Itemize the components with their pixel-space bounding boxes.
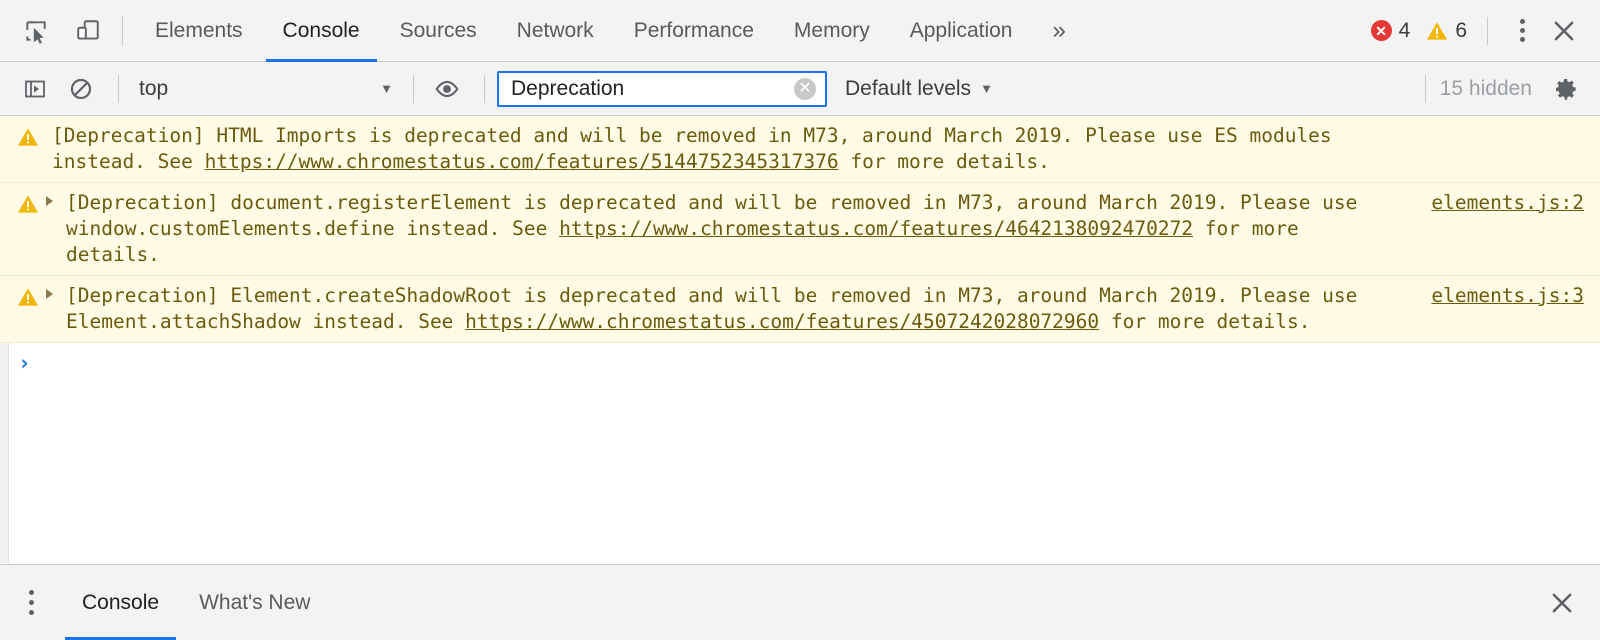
toolbar-divider [122,15,123,46]
message-text-after: for more details. [1099,310,1311,333]
kebab-menu-icon[interactable] [1502,11,1542,51]
error-circle-icon: ✕ [1370,20,1392,41]
warning-triangle-icon [17,194,39,214]
console-message-list[interactable]: [Deprecation] HTML Imports is deprecated… [0,116,1600,563]
chevron-down-icon: ▼ [980,81,993,96]
more-tabs-chevron-icon[interactable]: » [1032,0,1085,62]
chevron-down-icon: ▼ [380,81,393,96]
drawer-tab-label: Console [82,590,160,614]
message-url-link[interactable]: https://www.chromestatus.com/features/45… [465,310,1099,333]
tab-label: Sources [399,18,477,42]
console-message-text: [Deprecation] HTML Imports is deprecated… [52,123,1586,175]
console-message-row[interactable]: [Deprecation] HTML Imports is deprecated… [0,116,1600,183]
tab-memory[interactable]: Memory [774,0,890,62]
filter-toolbar-right-group: 15 hidden [1413,69,1586,109]
error-count-label: 4 [1398,18,1411,42]
execution-context-selector[interactable]: top ▼ [131,71,401,107]
inspect-cursor-icon[interactable] [14,9,58,53]
devtools-main-toolbar: Elements Console Sources Network Perform… [0,0,1600,62]
console-message-text: [Deprecation] document.registerElement i… [66,190,1586,268]
log-level-label: Default levels [845,76,972,100]
expand-triangle-icon[interactable] [46,289,53,299]
toolbar-divider [413,74,414,103]
console-filter-toolbar: top ▼ ✕ Default levels ▼ 15 hidden [0,62,1600,116]
message-source-link[interactable]: elements.js:2 [1431,190,1584,216]
console-message-text: [Deprecation] Element.createShadowRoot i… [66,283,1586,335]
toolbar-divider [1487,16,1488,45]
tab-sources[interactable]: Sources [380,0,497,62]
hidden-messages-count: 15 hidden [1439,76,1532,100]
device-toolbar-icon[interactable] [66,9,110,53]
console-message-row[interactable]: elements.js:2 [Deprecation] document.reg… [0,183,1600,276]
tab-application[interactable]: Application [890,0,1033,62]
toolbar-divider [484,74,485,103]
clear-console-icon[interactable] [60,68,102,110]
toolbar-right-group: ✕ 4 6 [1370,9,1600,53]
warning-count-badge[interactable]: 6 [1426,19,1467,43]
eye-icon[interactable] [426,68,468,110]
clear-filter-icon[interactable]: ✕ [794,77,816,100]
prompt-chevron-icon: › [18,351,31,375]
tab-label: Performance [633,18,754,42]
tab-network[interactable]: Network [497,0,614,62]
warning-triangle-icon [17,287,39,307]
console-prompt-input[interactable] [40,351,1586,375]
kebab-menu-icon[interactable] [0,565,62,640]
toolbar-divider [1424,74,1426,103]
message-url-link[interactable]: https://www.chromestatus.com/features/51… [205,150,839,173]
drawer-toolbar: Console What's New [0,564,1600,640]
tab-performance[interactable]: Performance [614,0,774,62]
close-icon[interactable] [1542,9,1586,53]
tab-label: Application [909,18,1013,42]
warning-count-label: 6 [1455,18,1467,42]
console-filter-field[interactable]: ✕ [497,70,827,107]
message-text-after: for more details. [838,150,1050,173]
tab-label: Console [282,18,360,42]
drawer-right-group [1540,565,1600,640]
tab-label: Network [516,18,594,42]
console-sidebar-toggle-icon[interactable] [14,68,56,110]
tab-label: Memory [793,18,870,42]
toolbar-divider [118,74,119,103]
tab-elements[interactable]: Elements [135,0,263,62]
console-prompt[interactable]: › [0,343,1600,383]
message-source-link[interactable]: elements.js:3 [1431,283,1584,309]
close-icon[interactable] [1540,581,1584,625]
drawer-tab-console[interactable]: Console [62,565,179,640]
warning-triangle-icon [1426,21,1448,41]
expand-triangle-icon[interactable] [46,196,53,206]
log-level-selector[interactable]: Default levels ▼ [845,77,993,101]
error-count-badge[interactable]: ✕ 4 [1370,18,1411,43]
message-url-link[interactable]: https://www.chromestatus.com/features/46… [559,217,1193,240]
search-input[interactable] [511,76,781,101]
console-message-row[interactable]: elements.js:3 [Deprecation] Element.crea… [0,276,1600,343]
execution-context-value: top [139,76,169,100]
warning-triangle-icon [17,127,39,147]
gear-icon[interactable] [1546,69,1586,109]
drawer-tab-label: What's New [199,590,311,614]
tab-label: Elements [155,18,243,42]
tab-console[interactable]: Console [263,0,380,62]
panel-tab-list: Elements Console Sources Network Perform… [135,0,1086,62]
drawer-tab-whats-new[interactable]: What's New [179,565,330,640]
